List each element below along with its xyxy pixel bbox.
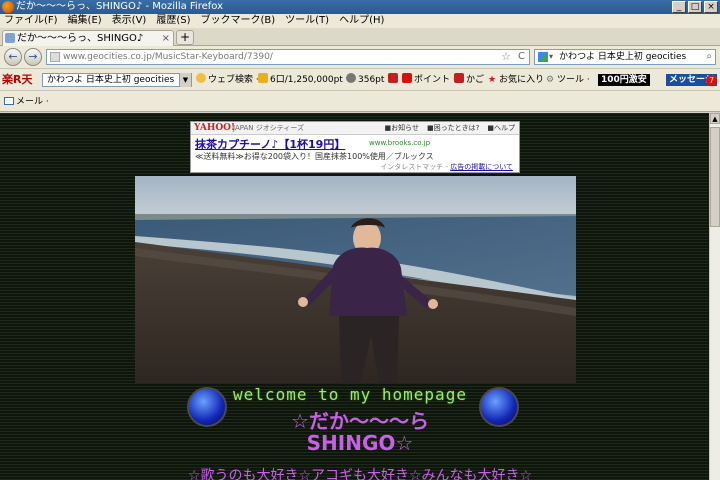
maximize-button[interactable]: □ xyxy=(688,1,702,13)
page-content: YAHOO! JAPAN ジオシティーズ ■お知らせ ■困ったときは? ■ヘルプ… xyxy=(0,113,709,480)
tagline: ☆歌うのも大好き☆アコギも大好き☆みんなも大好き☆ xyxy=(187,468,533,480)
point-button[interactable]: ポイント · xyxy=(402,69,456,91)
rakuten-search-select[interactable]: かわつよ 日本史上初 geocities ▼ xyxy=(42,73,192,87)
menu-help[interactable]: ヘルプ(H) xyxy=(339,14,384,28)
forward-button[interactable]: → xyxy=(24,48,42,66)
url-text: www.geocities.co.jp/MusicStar-Keyboard/7… xyxy=(63,52,273,62)
menu-edit[interactable]: 編集(E) xyxy=(68,14,102,28)
site-name-line2: SHINGO☆ xyxy=(306,431,414,455)
back-button[interactable]: ← xyxy=(4,48,22,66)
welcome-text: welcome to my homepage xyxy=(233,385,467,404)
rakuten-select-value: かわつよ 日本史上初 geocities xyxy=(47,75,175,85)
search-text: かわつよ 日本史上初 geocities xyxy=(559,52,687,62)
scroll-thumb[interactable] xyxy=(710,127,720,227)
chevron-down-icon: ▾ xyxy=(549,52,554,61)
search-box[interactable]: ▾ かわつよ 日本史上初 geocities ⌕ xyxy=(534,49,716,65)
menu-file[interactable]: ファイル(F) xyxy=(4,14,58,28)
search-engine-icon[interactable] xyxy=(538,52,548,62)
points-lottery[interactable]: 6口/1,250,000pt xyxy=(258,69,343,91)
vertical-scrollbar[interactable]: ▲ xyxy=(709,113,720,480)
cart-icon xyxy=(454,73,464,83)
ad-description: ≪送料無料≫お得な200袋入り！国産抹茶100%使用／ブルックス xyxy=(195,152,434,161)
reload-icon[interactable]: C xyxy=(518,50,525,64)
menu-tools[interactable]: ツール(T) xyxy=(285,14,329,28)
mail-button[interactable]: メール · xyxy=(4,97,49,107)
ad-title-link[interactable]: 抹茶カプチーノ♪【1杯19円】 xyxy=(195,136,345,152)
close-button[interactable]: × xyxy=(704,1,718,13)
menu-history[interactable]: 履歴(S) xyxy=(156,14,190,28)
tab-title: だか〜〜〜らっ、SHINGO♪ xyxy=(17,33,144,44)
site-name-line1: ☆だか〜〜〜ら xyxy=(291,409,429,433)
message-count-badge: 7 xyxy=(706,75,717,86)
rakuten-card-icon[interactable] xyxy=(388,69,400,91)
ad-header-links: ■お知らせ ■困ったときは? ■ヘルプ xyxy=(385,122,515,135)
search-icon[interactable]: ⌕ xyxy=(706,50,712,64)
tab-close-icon[interactable]: × xyxy=(162,31,170,46)
tab-strip: だか〜〜〜らっ、SHINGO♪ × + xyxy=(0,28,720,46)
ad-link-news[interactable]: ■お知らせ xyxy=(385,122,419,135)
tools-icon: ⚙ xyxy=(546,75,555,85)
rakuten-toolbar: 楽R天 かわつよ 日本史上初 geocities ▼ ウェブ検索 · 6口/1,… xyxy=(0,68,720,90)
p-icon xyxy=(402,73,412,83)
window-controls: _ □ × xyxy=(672,1,718,13)
tools-button[interactable]: ⚙ ツール · xyxy=(546,69,590,91)
ad-url[interactable]: www.brooks.co.jp xyxy=(369,139,430,147)
ad-link-trouble[interactable]: ■困ったときは? xyxy=(427,122,479,135)
point-balance[interactable]: 356pt xyxy=(346,69,384,91)
yahoo-ad-banner[interactable]: YAHOO! JAPAN ジオシティーズ ■お知らせ ■困ったときは? ■ヘルプ… xyxy=(190,121,520,173)
url-bar[interactable]: www.geocities.co.jp/MusicStar-Keyboard/7… xyxy=(46,49,530,65)
coin-icon xyxy=(258,73,268,83)
star-icon: ★ xyxy=(488,75,497,85)
sale-button[interactable]: 100円激安 xyxy=(598,74,650,86)
tab-active[interactable]: だか〜〜〜らっ、SHINGO♪ × xyxy=(2,30,174,46)
site-favicon-icon xyxy=(50,52,60,62)
mail-toolbar: メール · xyxy=(0,90,720,112)
window-title: だか〜〜〜らっ、SHINGO♪ - Mozilla Firefox xyxy=(16,1,223,12)
site-name: ☆だか〜〜〜ら SHINGO☆ xyxy=(200,410,520,454)
ad-placement-link[interactable]: 広告の掲載について xyxy=(450,163,513,171)
cart-button[interactable]: かご xyxy=(454,69,484,91)
scroll-up-icon[interactable]: ▲ xyxy=(710,113,720,124)
firefox-icon xyxy=(2,1,14,13)
menu-bookmarks[interactable]: ブックマーク(B) xyxy=(201,14,276,28)
ad-header: YAHOO! JAPAN ジオシティーズ ■お知らせ ■困ったときは? ■ヘルプ xyxy=(191,122,519,135)
chevron-down-icon[interactable]: ▼ xyxy=(179,73,191,87)
ad-link-help[interactable]: ■ヘルプ xyxy=(487,122,515,135)
minimize-button[interactable]: _ xyxy=(672,1,686,13)
window-title-bar: だか〜〜〜らっ、SHINGO♪ - Mozilla Firefox _ □ × xyxy=(0,0,720,14)
ad-sponsor: JAPAN ジオシティーズ xyxy=(233,124,304,132)
navigation-bar: ← → www.geocities.co.jp/MusicStar-Keyboa… xyxy=(0,46,720,68)
photo-image xyxy=(135,176,576,383)
web-search-button[interactable]: ウェブ検索 · xyxy=(196,69,259,91)
page-icon xyxy=(5,33,15,43)
menu-bar: ファイル(F) 編集(E) 表示(V) 履歴(S) ブックマーク(B) ツール(… xyxy=(0,14,720,28)
point-icon xyxy=(346,73,356,83)
rakuten-logo[interactable]: 楽R天 xyxy=(2,69,32,91)
menu-view[interactable]: 表示(V) xyxy=(112,14,147,28)
favorites-button[interactable]: ★ お気に入り xyxy=(488,69,544,91)
search-icon xyxy=(196,73,206,83)
beach-photo xyxy=(135,176,576,383)
yahoo-logo[interactable]: YAHOO! xyxy=(194,122,235,135)
bookmark-star-icon[interactable]: ☆ xyxy=(501,50,511,64)
new-tab-button[interactable]: + xyxy=(176,30,194,45)
mail-icon xyxy=(4,97,14,105)
ad-footer: インタレストマッチ - 広告の掲載について xyxy=(380,163,513,171)
